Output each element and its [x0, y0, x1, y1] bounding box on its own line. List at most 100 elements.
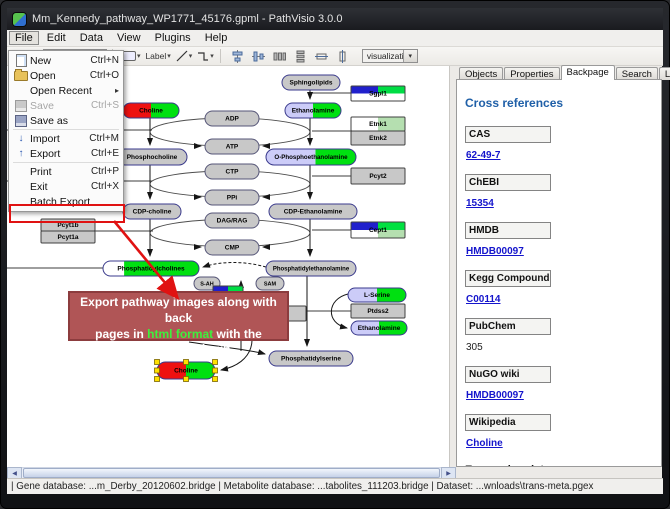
menu-file[interactable]: File [9, 31, 39, 45]
chevron-down-icon[interactable]: ▾ [189, 52, 193, 60]
visualization-value: visualization [363, 51, 403, 61]
node-label-cmp: CMP [225, 245, 240, 252]
menu-item-shortcut: Ctrl+O [90, 70, 119, 81]
visualization-combobox[interactable]: visualization ▾ [362, 49, 418, 63]
backpage-section-kegg-compound: Kegg CompoundC00114 [465, 270, 653, 318]
distribute-horizontal-button[interactable] [271, 47, 289, 65]
backpage-panel[interactable]: Cross references CAS62-49-7ChEBI15354HMD… [456, 79, 662, 467]
selection-handle[interactable] [184, 360, 189, 365]
common-height-button[interactable] [334, 47, 352, 65]
menu-separator [13, 162, 119, 163]
common-width-button[interactable] [313, 47, 331, 65]
annotation-line3: HtmlExport plugin [70, 342, 287, 358]
cross-reference-link[interactable]: 15354 [466, 198, 494, 209]
annotation-line2: pages in html format with the [70, 327, 287, 343]
node-label-cdp-choline: CDP-choline [133, 209, 172, 216]
chevron-down-icon[interactable]: ▾ [137, 52, 141, 60]
node-label-ethanolamine-bottom: Ethanolamine [358, 325, 401, 332]
file-menu-item-export[interactable]: ↑ExportCtrl+E [9, 146, 123, 161]
chevron-down-icon[interactable]: ▾ [210, 52, 214, 60]
new-document-icon [16, 54, 27, 67]
visualization-dropdown-icon[interactable]: ▾ [403, 50, 417, 62]
line-icon [176, 50, 188, 62]
node-label-cdp-ethanolamine: CDP-Ethanolamine [284, 209, 343, 216]
selection-handle[interactable] [213, 360, 218, 365]
menu-view[interactable]: View [111, 31, 147, 45]
section-header: PubChem [465, 318, 551, 335]
section-header: Wikipedia [465, 414, 551, 431]
horizontal-scrollbar[interactable]: ◀ ▶ [7, 467, 456, 478]
node-label-o-phosphoethanolamine: O-Phosphoethanolamine [274, 154, 348, 161]
selection-handle[interactable] [184, 377, 189, 382]
distribute-vertical-button[interactable] [292, 47, 310, 65]
datanode-tool-button[interactable]: ▾ [121, 47, 142, 65]
file-menu-item-save[interactable]: SaveCtrl+S [9, 98, 123, 113]
annotation-callout: Export pathway images along with back pa… [68, 291, 289, 341]
file-menu-item-save-as[interactable]: Save as [9, 113, 123, 128]
file-menu-item-batch-export[interactable]: Batch Export [9, 194, 123, 209]
file-menu-item-new[interactable]: NewCtrl+N [9, 53, 123, 68]
selection-handle[interactable] [213, 368, 218, 373]
selection-handle[interactable] [155, 377, 160, 382]
tab-backpage[interactable]: Backpage [561, 65, 615, 80]
label-tool-button[interactable]: Label▾ [144, 47, 171, 65]
node-label-choline-top: Choline [139, 108, 163, 115]
connector-tool-button[interactable]: ▾ [196, 47, 215, 65]
status-bar: | Gene database: ...m_Derby_20120602.bri… [7, 478, 663, 494]
cross-reference-link[interactable]: HMDB00097 [466, 390, 524, 401]
annotation-highlight: html format [147, 327, 213, 341]
cross-reference-link[interactable]: C00114 [466, 294, 500, 305]
menu-separator [13, 129, 119, 130]
menu-edit[interactable]: Edit [41, 31, 72, 45]
cross-reference-link[interactable]: HMDB00097 [466, 246, 524, 257]
file-menu-item-print[interactable]: PrintCtrl+P [9, 164, 123, 179]
menu-help[interactable]: Help [199, 31, 234, 45]
section-header: ChEBI [465, 174, 551, 191]
node-label-adp: ADP [225, 116, 239, 123]
menu-item-shortcut: Ctrl+M [89, 133, 119, 144]
menu-bar: FileEditDataViewPluginsHelp [7, 30, 663, 47]
align-center-icon [231, 50, 244, 63]
line-tool-button[interactable]: ▾ [175, 47, 194, 65]
menu-item-shortcut: Ctrl+P [91, 166, 119, 177]
menu-data[interactable]: Data [74, 31, 109, 45]
menu-item-label: Exit [30, 181, 91, 193]
backpage-section-pubchem: PubChem305 [465, 318, 653, 366]
status-text: | Gene database: ...m_Derby_20120602.bri… [11, 481, 593, 492]
chevron-down-icon[interactable]: ▾ [167, 52, 171, 60]
cross-reference-link[interactable]: Choline [466, 438, 503, 449]
cross-reference-link[interactable]: 62-49-7 [466, 150, 500, 161]
title-bar[interactable]: Mm_Kennedy_pathway_WP1771_45176.gpml - P… [7, 8, 663, 30]
file-menu-item-exit[interactable]: ExitCtrl+X [9, 179, 123, 194]
export-icon: ↑ [19, 149, 24, 159]
annotation-line1: Export pathway images along with back [70, 295, 287, 327]
menu-item-label: Save [30, 100, 91, 112]
pathvisio-window: Mm_Kennedy_pathway_WP1771_45176.gpml - P… [0, 0, 670, 509]
file-menu-item-open-recent[interactable]: Open Recent▸ [9, 83, 123, 98]
panel-bottom-strip [456, 467, 662, 478]
menu-plugins[interactable]: Plugins [149, 31, 197, 45]
backpage-section-nugo-wiki: NuGO wikiHMDB00097 [465, 366, 653, 414]
align-center-button[interactable] [229, 47, 247, 65]
align-middle-button[interactable] [250, 47, 268, 65]
node-label-ppi: PPi [227, 195, 238, 202]
file-menu-item-open[interactable]: OpenCtrl+O [9, 68, 123, 83]
menu-item-label: Save as [30, 115, 119, 127]
node-label-atp: ATP [226, 144, 239, 151]
toolbar-separator [220, 49, 221, 63]
menu-item-shortcut: Ctrl+N [90, 55, 119, 66]
node-label-ethanolamine-top: Ethanolamine [292, 108, 335, 115]
node-label-sam: SAM [264, 282, 277, 288]
node-label-dag: DAG/RAG [217, 218, 248, 225]
panel-splitter[interactable] [449, 66, 456, 467]
selection-handle[interactable] [213, 377, 218, 382]
file-menu-item-import[interactable]: ↓ImportCtrl+M [9, 131, 123, 146]
scrollbar-thumb[interactable] [23, 468, 440, 478]
menu-item-shortcut: Ctrl+E [91, 148, 119, 159]
node-label-phosphatidylethanolamine: Phosphatidylethanolamine [273, 267, 350, 273]
selection-handle[interactable] [155, 368, 160, 373]
selection-handle[interactable] [155, 360, 160, 365]
connector-icon [197, 50, 209, 62]
node-label-ptdss2: Ptdss2 [367, 308, 389, 315]
align-middle-icon [252, 50, 265, 63]
